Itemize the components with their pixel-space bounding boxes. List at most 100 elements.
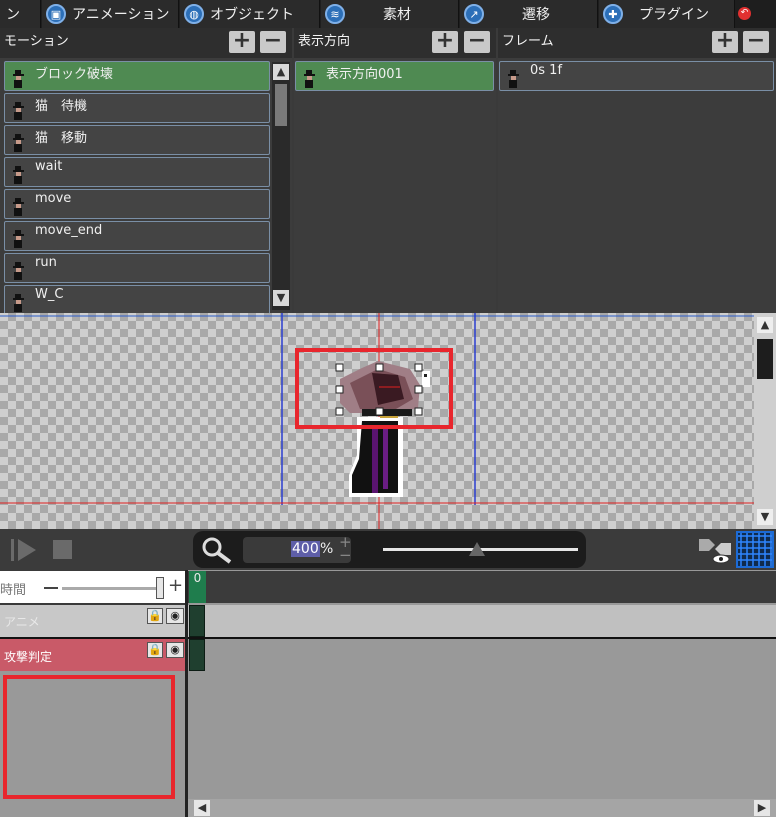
animation-canvas[interactable] bbox=[0, 313, 754, 529]
tab-animation-label: アニメーション bbox=[72, 7, 170, 23]
highlight-box-layers bbox=[3, 675, 175, 799]
canvas-overlay bbox=[0, 313, 754, 529]
frame-add-button[interactable]: + bbox=[712, 30, 738, 53]
motion-item-label: W_C bbox=[35, 287, 64, 302]
scroll-thumb[interactable] bbox=[275, 84, 287, 126]
canvas-scroll-up[interactable]: ▲ bbox=[757, 317, 773, 333]
frame-item[interactable]: 0s 1f bbox=[499, 61, 774, 91]
hscroll-right-arrow[interactable]: ▶ bbox=[754, 800, 770, 816]
zoom-decrease-button[interactable]: − bbox=[339, 546, 352, 564]
zoom-control: 400 % + − bbox=[193, 531, 586, 568]
zoom-unit: % bbox=[320, 541, 334, 557]
direction-item[interactable]: 表示方向001 bbox=[295, 61, 494, 91]
character-sprite-icon bbox=[508, 70, 519, 88]
tab-animation[interactable]: ▣ アニメーション bbox=[42, 0, 179, 28]
top-tab-bar: ン ▣ アニメーション ◍ オブジェクト ≋ 素材 ↗ 遷移 ✚ プラグイン ↶ bbox=[0, 0, 776, 28]
object-icon: ◍ bbox=[184, 4, 204, 24]
play-icon[interactable] bbox=[10, 537, 38, 563]
character-sprite-icon bbox=[13, 166, 24, 184]
motion-item-label: wait bbox=[35, 159, 63, 174]
keyframe[interactable] bbox=[189, 639, 205, 671]
grid-toggle-button[interactable] bbox=[736, 531, 774, 568]
motion-list: ブロック破壊猫 待機猫 移動 wait move move_endrun W_C bbox=[0, 60, 272, 313]
motion-item-label: run bbox=[35, 255, 57, 270]
time-scale-thumb[interactable] bbox=[156, 577, 164, 599]
canvas-scroll-down[interactable]: ▼ bbox=[757, 509, 773, 525]
zoom-slider-thumb[interactable] bbox=[468, 542, 485, 556]
plugin-icon: ✚ bbox=[603, 4, 623, 24]
direction-panel: 表示方向 + − 表示方向001 bbox=[294, 28, 496, 313]
direction-panel-title: 表示方向 bbox=[298, 34, 351, 49]
motion-item[interactable]: 猫 移動 bbox=[4, 125, 270, 155]
lock-icon[interactable]: 🔒 bbox=[147, 608, 163, 624]
tab-object[interactable]: ◍ オブジェクト bbox=[180, 0, 320, 28]
keyframe[interactable] bbox=[189, 605, 205, 637]
character-sprite-icon bbox=[13, 102, 24, 120]
magnifier-icon[interactable] bbox=[201, 536, 233, 564]
frame-ruler: 0 bbox=[188, 571, 776, 603]
tab-transition[interactable]: ↗ 遷移 bbox=[460, 0, 598, 28]
layer-anime[interactable]: アニメ 🔒 ◉ bbox=[0, 605, 188, 637]
tab-material[interactable]: ≋ 素材 bbox=[321, 0, 459, 28]
motion-panel-header: モーション + − bbox=[0, 28, 292, 58]
frame-panel: フレーム + − 0s 1f bbox=[498, 28, 776, 313]
motion-item[interactable]: ブロック破壊 bbox=[4, 61, 270, 91]
anime-layer-track[interactable] bbox=[188, 605, 776, 637]
time-label: 時間 bbox=[0, 583, 27, 598]
frame-panel-title: フレーム bbox=[502, 34, 554, 49]
layer-attack-label: 攻撃判定 bbox=[4, 650, 53, 664]
animation-icon: ▣ bbox=[46, 4, 66, 24]
direction-panel-header: 表示方向 + − bbox=[294, 28, 496, 58]
lock-icon[interactable]: 🔒 bbox=[147, 642, 163, 658]
transition-icon: ↗ bbox=[464, 4, 484, 24]
motion-remove-button[interactable]: − bbox=[260, 30, 286, 53]
scroll-up-arrow[interactable]: ▲ bbox=[273, 64, 289, 80]
onion-skin-toggle-icon[interactable] bbox=[697, 535, 733, 565]
motion-item[interactable]: move_end bbox=[4, 221, 270, 251]
motion-item[interactable]: move bbox=[4, 189, 270, 219]
canvas-scroll-thumb[interactable] bbox=[757, 339, 773, 379]
direction-item-label: 表示方向001 bbox=[326, 67, 403, 82]
timeline-hscrollbar[interactable]: ◀ ▶ bbox=[188, 799, 776, 817]
character-sprite-icon bbox=[13, 262, 24, 280]
motion-add-button[interactable]: + bbox=[229, 30, 255, 53]
character-sprite[interactable] bbox=[349, 410, 403, 497]
grid-icon bbox=[738, 533, 772, 566]
stop-icon[interactable] bbox=[52, 539, 74, 561]
direction-remove-button[interactable]: − bbox=[464, 30, 490, 53]
frame-panel-header: フレーム + − bbox=[498, 28, 776, 58]
zoom-input[interactable]: 400 % + − bbox=[243, 533, 352, 564]
hscroll-left-arrow[interactable]: ◀ bbox=[194, 800, 210, 816]
motion-item-label: move_end bbox=[35, 223, 103, 238]
tab-material-label: 素材 bbox=[383, 7, 411, 23]
motion-scrollbar[interactable]: ▲ ▼ bbox=[272, 62, 290, 310]
motion-item[interactable]: wait bbox=[4, 157, 270, 187]
character-sprite-icon bbox=[13, 70, 24, 88]
direction-add-button[interactable]: + bbox=[432, 30, 458, 53]
motion-item[interactable]: 猫 待機 bbox=[4, 93, 270, 123]
frame-item-label: 0s 1f bbox=[530, 63, 563, 78]
motion-item-label: move bbox=[35, 191, 72, 206]
motion-item[interactable]: run bbox=[4, 253, 270, 283]
time-scale-slider[interactable] bbox=[62, 587, 164, 590]
eye-icon[interactable]: ◉ bbox=[166, 608, 184, 624]
layer-attack[interactable]: 攻撃判定 🔒 ◉ bbox=[0, 639, 188, 671]
undo-icon[interactable]: ↶ bbox=[738, 7, 751, 20]
tab-plugin[interactable]: ✚ プラグイン bbox=[599, 0, 735, 28]
tab-partial-label: ン bbox=[6, 7, 20, 23]
attack-layer-track[interactable] bbox=[188, 639, 776, 671]
character-sprite-icon bbox=[13, 134, 24, 152]
canvas-scrollbar[interactable]: ▲ ▼ bbox=[754, 313, 776, 529]
time-scale-row: 時間 + bbox=[0, 571, 186, 603]
tab-partial[interactable]: ン bbox=[0, 0, 41, 28]
frame-zero-marker[interactable]: 0 bbox=[189, 571, 206, 603]
character-sprite-icon bbox=[13, 294, 24, 312]
frame-remove-button[interactable]: − bbox=[743, 30, 769, 53]
motion-panel: モーション + − ブロック破壊猫 待機猫 移動 wait move move_end… bbox=[0, 28, 292, 313]
time-zoom-out-icon[interactable] bbox=[44, 587, 58, 589]
motion-item-label: 猫 移動 bbox=[35, 131, 88, 146]
scroll-down-arrow[interactable]: ▼ bbox=[273, 290, 289, 306]
motion-item[interactable]: W_C bbox=[4, 285, 270, 313]
eye-icon[interactable]: ◉ bbox=[166, 642, 184, 658]
time-zoom-in-icon[interactable]: + bbox=[168, 575, 183, 596]
